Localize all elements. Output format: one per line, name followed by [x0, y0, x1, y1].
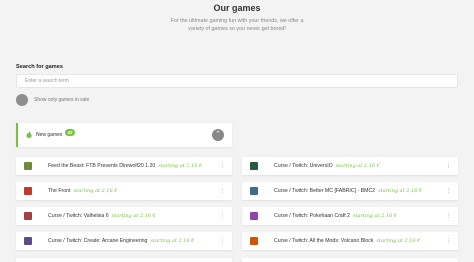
game-name: Feed the Beast: FTB Presents Direwolf20 … [48, 163, 202, 169]
more-vertical-icon[interactable]: ⋮ [445, 187, 452, 195]
game-card[interactable]: Curse / Twitch: Pokehaan Craft 2 starting… [242, 207, 458, 225]
game-title: Curse / Twitch: Better MC [FABRIC] - BMC… [274, 188, 376, 194]
game-name: Curse / Twitch: Better MC [FABRIC] - BMC… [274, 188, 422, 194]
game-price: starting at 2,16 € [73, 188, 118, 194]
game-thumbnail [250, 162, 258, 170]
game-card[interactable]: Curse / Twitch: Create: Arcane Engineeri… [16, 232, 232, 250]
game-name: The Front starting at 2,16 € [48, 188, 118, 194]
game-name: Curse / Twitch: Create: Arcane Engineeri… [48, 238, 194, 244]
game-title: Curse / Twitch: Valhelsia 6 [48, 213, 109, 219]
game-thumbnail [250, 237, 258, 245]
game-thumbnail [24, 237, 32, 245]
game-price: starting at 2,16 € [335, 163, 380, 169]
game-title: Curse / Twitch: UniversIO [274, 163, 333, 169]
game-card[interactable]: The Front starting at 2,16 € ⋮ [16, 182, 232, 200]
game-name: Curse / Twitch: Pokehaan Craft 2 starting… [274, 213, 397, 219]
list-item-partial [242, 258, 458, 262]
game-price: starting at 2,16 € [353, 213, 398, 219]
more-vertical-icon[interactable]: ⋮ [219, 162, 226, 170]
game-title: Curse / Twitch: All the Mods: Volcano Bl… [274, 238, 374, 244]
game-title: Curse / Twitch: Pokehaan Craft 2 [274, 213, 351, 219]
more-vertical-icon[interactable]: ⋮ [445, 237, 452, 245]
more-vertical-icon[interactable]: ⋮ [219, 187, 226, 195]
game-thumbnail [250, 212, 258, 220]
category-label: New games [36, 132, 63, 138]
category-count-badge: 42 [65, 129, 75, 136]
game-price: starting at 2,16 € [378, 188, 423, 194]
fire-icon [26, 131, 32, 138]
sale-toggle[interactable] [16, 94, 28, 106]
game-name: Curse / Twitch: UniversIO starting at 2,1… [274, 163, 380, 169]
game-thumbnail [24, 212, 32, 220]
search-label: Search for games [16, 64, 63, 70]
list-item-partial [16, 258, 232, 262]
game-price: starting at 2,16 € [158, 163, 203, 169]
game-card[interactable]: Feed the Beast: FTB Presents Direwolf20 … [16, 157, 232, 175]
more-vertical-icon[interactable]: ⋮ [219, 237, 226, 245]
game-thumbnail [24, 187, 32, 195]
game-card[interactable]: Curse / Twitch: Valhelsia 6 starting at 2… [16, 207, 232, 225]
game-name: Curse / Twitch: All the Mods: Volcano Bl… [274, 238, 420, 244]
page-subtitle: For the ultimate gaming fun with your fr… [170, 18, 304, 32]
sale-toggle-label: Show only games in sale [34, 97, 90, 103]
game-card[interactable]: Curse / Twitch: Better MC [FABRIC] - BMC… [242, 182, 458, 200]
search-input[interactable] [16, 74, 458, 88]
game-price: starting at 2,16 € [376, 238, 421, 244]
game-card[interactable]: Curse / Twitch: All the Mods: Volcano Bl… [242, 232, 458, 250]
game-title: Feed the Beast: FTB Presents Direwolf20 … [48, 163, 156, 169]
page-title: Our games [213, 3, 261, 13]
game-thumbnail [250, 187, 258, 195]
game-price: starting at 2,16 € [111, 213, 156, 219]
more-vertical-icon[interactable]: ⋮ [445, 162, 452, 170]
more-vertical-icon[interactable]: ⋮ [445, 212, 452, 220]
game-card[interactable]: Curse / Twitch: UniversIO starting at 2,1… [242, 157, 458, 175]
game-thumbnail [24, 162, 32, 170]
chevron-up-icon[interactable]: ⌃ [212, 129, 224, 141]
more-vertical-icon[interactable]: ⋮ [219, 212, 226, 220]
game-name: Curse / Twitch: Valhelsia 6 starting at 2… [48, 213, 156, 219]
category-new-games[interactable]: New games 42 ⌃ [16, 123, 232, 147]
game-title: The Front [48, 188, 71, 194]
game-price: starting at 2,16 € [150, 238, 195, 244]
game-title: Curse / Twitch: Create: Arcane Engineeri… [48, 238, 148, 244]
